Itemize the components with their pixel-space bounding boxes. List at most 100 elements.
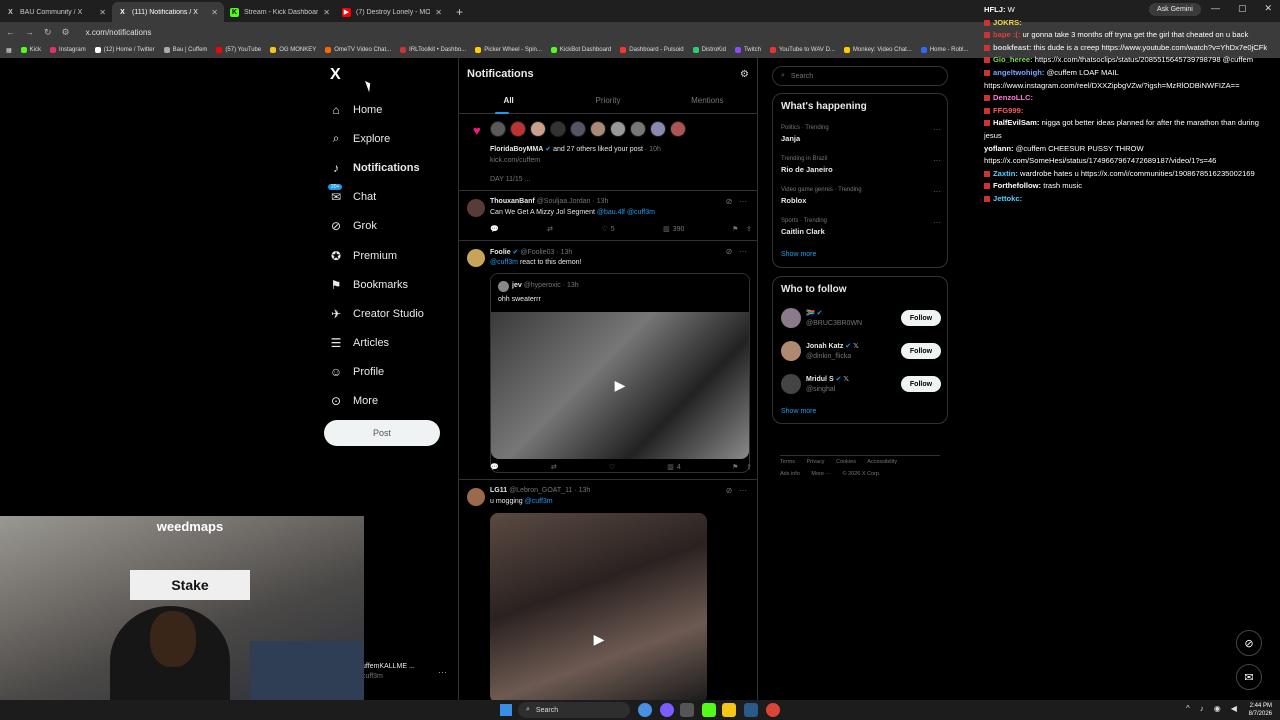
avatar[interactable]: [467, 199, 485, 217]
follow-button[interactable]: Follow: [901, 310, 941, 326]
share-icon[interactable]: ⇪: [746, 225, 752, 233]
share-icon[interactable]: ⇪: [746, 463, 752, 471]
avatar[interactable]: [550, 121, 566, 137]
site-info-icon[interactable]: ⚙: [62, 27, 70, 38]
show-more-link[interactable]: Show more: [781, 408, 816, 415]
bookmark-item[interactable]: DistroKid: [692, 47, 726, 53]
follow-button[interactable]: Follow: [901, 343, 941, 359]
avatar[interactable]: [467, 249, 485, 267]
chevron-up-icon[interactable]: ^: [1186, 704, 1190, 713]
bookmark-item[interactable]: Monkey: Video Chat...: [843, 47, 912, 53]
avatar[interactable]: [467, 488, 485, 506]
bookmark-item[interactable]: (57) YouTube: [216, 47, 261, 53]
discord-taskbar-icon[interactable]: [660, 703, 674, 717]
taskbar-search[interactable]: ⌕ Search: [518, 702, 630, 718]
video-player[interactable]: ▶: [490, 513, 707, 700]
more-icon[interactable]: ···: [739, 247, 747, 256]
notification-post[interactable]: Foolie ✔ @Foolie03 · 13h ⊘ ··· @cuff3m r…: [459, 241, 757, 480]
notification-post[interactable]: ThouxanBanf @Souljaa.Jordan · 13h ⊘ ··· …: [459, 191, 757, 241]
footer-link-more[interactable]: More ···: [811, 471, 831, 477]
nav-item-more[interactable]: ⊙ More: [330, 387, 460, 416]
bookmark-item[interactable]: Picker Wheel - Spin...: [475, 47, 542, 53]
avatar[interactable]: [630, 121, 646, 137]
bookmark-item[interactable]: IRLToolkit • Dashbo...: [400, 47, 466, 53]
trend-item[interactable]: Trending in Brazil Rio de Janeiro ···: [781, 156, 941, 174]
steam-taskbar-icon[interactable]: [744, 703, 758, 717]
avatar[interactable]: [781, 374, 801, 394]
like-button[interactable]: ♡: [609, 463, 615, 471]
more-icon[interactable]: ···: [739, 197, 747, 206]
repost-icon[interactable]: ⇄: [547, 225, 553, 233]
messages-fab-icon[interactable]: ✉: [1236, 664, 1262, 690]
reply-icon[interactable]: 💬: [490, 225, 499, 233]
reload-icon[interactable]: ↻: [44, 27, 52, 38]
bookmark-item[interactable]: Instagram: [50, 47, 86, 53]
bookmark-item[interactable]: Dashboard - Pulsoid: [620, 47, 684, 53]
account-more-icon[interactable]: ···: [438, 667, 447, 677]
bookmark-icon[interactable]: ⚑: [733, 225, 738, 233]
footer-link-accessibility[interactable]: Accessibility: [867, 459, 897, 465]
app-taskbar-icon[interactable]: [680, 703, 694, 717]
more-icon[interactable]: ···: [933, 218, 941, 227]
wifi-icon[interactable]: ◉: [1214, 704, 1221, 713]
avatar[interactable]: [781, 341, 801, 361]
close-icon[interactable]: ✕: [435, 8, 442, 17]
more-icon[interactable]: ···: [739, 486, 747, 495]
apps-icon[interactable]: ▦: [6, 47, 12, 54]
bookmark-item[interactable]: Kick: [20, 47, 41, 53]
avatar[interactable]: [670, 121, 686, 137]
trend-item[interactable]: Sports · Trending Caitlin Clark ···: [781, 218, 941, 236]
x-logo-icon[interactable]: X: [330, 66, 341, 84]
trend-item[interactable]: Politics · Trending Janja ···: [781, 125, 941, 143]
kick-taskbar-icon[interactable]: [702, 703, 716, 717]
browser-tab-bau-community[interactable]: X BAU Community / X ✕: [0, 2, 112, 22]
avatar[interactable]: [510, 121, 526, 137]
avatar[interactable]: [490, 121, 506, 137]
notification-post[interactable]: LG11 @Lebron_GOAT_11 · 13h ⊘ ··· u moggi…: [459, 480, 757, 700]
follow-suggestion[interactable]: Mridul S ✔ 𝕏 @singhal Follow: [781, 374, 941, 398]
bookmark-item[interactable]: KickBot Dashboard: [550, 47, 611, 53]
browser-tab-notifications[interactable]: X (111) Notifications / X ✕: [112, 2, 224, 22]
microphone-icon[interactable]: ♪: [1200, 704, 1204, 713]
settings-gear-icon[interactable]: ⚙: [740, 69, 749, 80]
show-more-link[interactable]: Show more: [781, 251, 816, 258]
repost-icon[interactable]: ⇄: [551, 463, 557, 471]
tab-priority[interactable]: Priority: [558, 90, 657, 113]
avatar[interactable]: [570, 121, 586, 137]
follow-suggestion[interactable]: 🇿🇦 ✔ @BRUC3BR0WN Follow: [781, 308, 941, 332]
search-input[interactable]: ⌕ Search: [772, 66, 948, 86]
footer-link-privacy[interactable]: Privacy: [807, 459, 825, 465]
file-explorer-taskbar-icon[interactable]: [722, 703, 736, 717]
avatar[interactable]: [610, 121, 626, 137]
follow-suggestion[interactable]: Jonah Katz ✔ 𝕏 @dinkin_flicka Follow: [781, 341, 941, 365]
tab-mentions[interactable]: Mentions: [658, 90, 757, 113]
nav-item-grok[interactable]: ⊘ Grok: [330, 212, 460, 241]
post-mentions[interactable]: @cuff3m: [525, 498, 553, 505]
chrome-taskbar-icon[interactable]: [638, 703, 652, 717]
new-tab-button[interactable]: +: [448, 5, 471, 22]
grok-icon[interactable]: ⊘: [726, 197, 733, 206]
video-player[interactable]: ▶: [491, 312, 749, 459]
bookmark-item[interactable]: Home - Robl...: [920, 47, 969, 53]
more-icon[interactable]: ···: [933, 187, 941, 196]
nav-item-creator-studio[interactable]: ✈ Creator Studio: [330, 299, 460, 328]
footer-link-terms[interactable]: Terms: [780, 459, 795, 465]
bookmark-item[interactable]: YouTube to WAV D...: [769, 47, 835, 53]
nav-item-notifications[interactable]: ♪ Notifications: [330, 153, 460, 182]
bookmark-item[interactable]: Bau | Cuffem: [163, 47, 207, 53]
post-author-name[interactable]: ThouxanBanf: [490, 198, 535, 205]
bookmark-item[interactable]: OG MONKEY: [270, 47, 316, 53]
liked-post-link[interactable]: kick.com/cuffem: [490, 157, 540, 164]
post-button[interactable]: Post: [324, 420, 440, 446]
nav-item-premium[interactable]: ✪ Premium: [330, 241, 460, 270]
tab-all[interactable]: All: [459, 90, 558, 114]
browser-tab-youtube[interactable]: ▶ (7) Destroy Lonely - MONST... ✕: [336, 2, 448, 22]
browser-tab-kick-dashboard[interactable]: K Stream - Kick Dashboard ✕: [224, 2, 336, 22]
grok-icon[interactable]: ⊘: [726, 486, 733, 495]
footer-link-ads-info[interactable]: Ads info: [780, 471, 800, 477]
bookmark-item[interactable]: Twitch: [734, 47, 761, 53]
like-notification[interactable]: ♥ FloridaBoyMMA ✔ and 27 others liked yo…: [459, 115, 757, 191]
post-author-name[interactable]: LG11: [490, 487, 507, 494]
close-icon[interactable]: ✕: [99, 8, 106, 17]
nav-item-articles[interactable]: ☰ Articles: [330, 329, 460, 358]
